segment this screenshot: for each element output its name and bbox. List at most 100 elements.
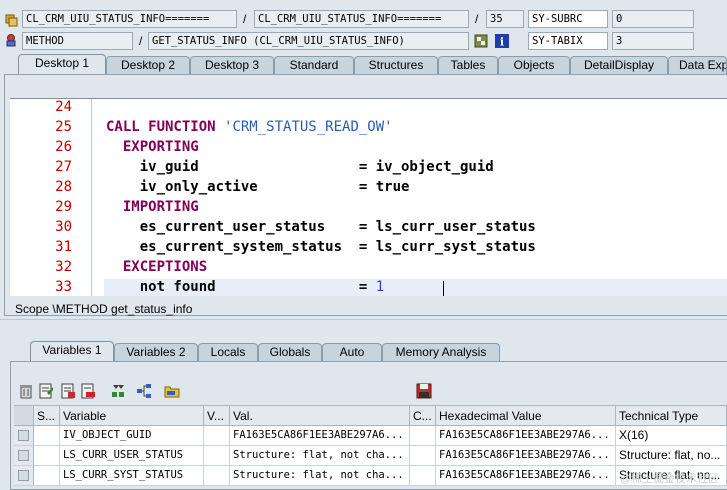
tab-locals[interactable]: Locals — [198, 343, 258, 361]
table-cell[interactable] — [204, 466, 230, 486]
collapse-icon[interactable] — [110, 383, 126, 399]
hierarchy-icon[interactable] — [136, 383, 152, 399]
code-token: 'CRM_STATUS_READ_OW' — [224, 119, 393, 135]
row-select-box[interactable] — [18, 430, 29, 441]
column-header-variable[interactable]: Variable — [60, 405, 204, 426]
event-name-field[interactable]: GET_STATUS_INFO (CL_CRM_UIU_STATUS_INFO) — [148, 32, 469, 50]
tab-globals[interactable]: Globals — [258, 343, 322, 361]
tab-structures[interactable]: Structures — [354, 56, 438, 74]
value-cell[interactable]: Structure: flat, not cha... — [230, 466, 410, 486]
column-header-s[interactable]: S... — [34, 405, 60, 426]
row-selector[interactable] — [14, 426, 34, 446]
table-cell[interactable] — [410, 426, 436, 446]
row-select-box[interactable] — [18, 450, 29, 461]
tab-desktop-3[interactable]: Desktop 3 — [190, 56, 274, 74]
event-type-field[interactable]: METHOD — [22, 32, 133, 50]
sysvar2-value-field[interactable]: 3 — [612, 32, 694, 50]
code-text: not found = 1 — [106, 277, 384, 296]
tab-desktop-1[interactable]: Desktop 1 — [18, 54, 106, 75]
table-cell[interactable] — [34, 426, 60, 446]
hex-value-cell[interactable]: FA163E5CA86F1EE3ABE297A6... — [436, 466, 616, 486]
source-editor[interactable]: 24 25 CALL FUNCTION 'CRM_STATUS_READ_OW' 26… — [10, 98, 727, 296]
code-token: es_current_system_status = ls_curr_syst_… — [106, 239, 536, 255]
tab-data-explorer[interactable]: Data Exp — [668, 56, 727, 74]
scope-bar: Scope \METHOD get_status_info — [0, 298, 727, 320]
code-text: es_current_user_status = ls_curr_user_st… — [106, 217, 536, 237]
column-header-v[interactable]: V... — [204, 405, 230, 426]
table-cell[interactable] — [410, 446, 436, 466]
tab-desktop-2[interactable]: Desktop 2 — [106, 56, 190, 74]
code-line[interactable]: 33 not found = 1 — [10, 277, 727, 296]
variable-name-cell[interactable]: LS_CURR_USER_STATUS — [60, 446, 204, 466]
code-line[interactable]: 29 IMPORTING — [10, 197, 727, 217]
value-cell[interactable]: Structure: flat, not cha... — [230, 446, 410, 466]
code-line[interactable]: 28 iv_only_active = true — [10, 177, 727, 197]
code-text: CALL FUNCTION 'CRM_STATUS_READ_OW' — [106, 117, 393, 137]
line-number-field[interactable]: 35 — [486, 10, 524, 28]
line-number: 30 — [55, 219, 72, 235]
tab-variables-1[interactable]: Variables 1 — [30, 341, 114, 362]
line-number: 32 — [55, 259, 72, 275]
code-token: iv_only_active = true — [106, 179, 410, 195]
column-header-hex[interactable]: Hexadecimal Value — [436, 405, 616, 426]
separator: / — [475, 12, 479, 26]
tab-tables[interactable]: Tables — [438, 56, 498, 74]
hex-value-cell[interactable]: FA163E5CA86F1EE3ABE297A6... — [436, 426, 616, 446]
tab-memory-analysis[interactable]: Memory Analysis — [382, 343, 500, 361]
info-icon[interactable]: i — [495, 34, 509, 48]
code-text: iv_guid = iv_object_guid — [106, 157, 494, 177]
table-cell[interactable] — [204, 446, 230, 466]
code-token: iv_guid = iv_object_guid — [106, 159, 494, 175]
save-variables-icon[interactable] — [60, 383, 76, 399]
line-number: 29 — [55, 199, 72, 215]
code-line[interactable]: 26 EXPORTING — [10, 137, 727, 157]
column-header-technical-type[interactable]: Technical Type — [616, 405, 727, 426]
code-line[interactable]: 32 EXCEPTIONS — [10, 257, 727, 277]
technical-type-cell[interactable]: X(16) — [616, 426, 727, 446]
row-selector[interactable] — [14, 466, 34, 486]
row-selector[interactable] — [14, 446, 34, 466]
tab-detaildisplay[interactable]: DetailDisplay — [570, 56, 668, 74]
sysvar2-name-field[interactable]: SY-TABIX — [528, 32, 608, 50]
tab-objects[interactable]: Objects — [498, 56, 570, 74]
variable-name-cell[interactable]: IV_OBJECT_GUID — [60, 426, 204, 446]
code-token: EXCEPTIONS — [106, 259, 208, 275]
tab-variables-2[interactable]: Variables 2 — [114, 343, 198, 361]
line-number: 31 — [55, 239, 72, 255]
hex-value-cell[interactable]: FA163E5CA86F1EE3ABE297A6... — [436, 446, 616, 466]
code-line[interactable]: 25 CALL FUNCTION 'CRM_STATUS_READ_OW' — [10, 117, 727, 137]
watermark: @稀土掘金技术社区 — [619, 473, 719, 485]
separator: / — [139, 34, 143, 48]
variable-tabs: Variables 1 Variables 2 Locals Globals A… — [0, 341, 727, 362]
program-field[interactable]: CL_CRM_UIU_STATUS_INFO======= — [22, 10, 237, 28]
column-header-value[interactable]: Val. — [230, 405, 410, 426]
code-text: IMPORTING — [106, 197, 199, 217]
include-field[interactable]: CL_CRM_UIU_STATUS_INFO======= — [254, 10, 469, 28]
save-icon[interactable] — [416, 383, 432, 399]
delete-icon[interactable] — [18, 383, 34, 399]
edit-list-icon[interactable] — [38, 383, 54, 399]
sysvar-value-field[interactable]: 0 — [612, 10, 694, 28]
variable-name-cell[interactable]: LS_CURR_SYST_STATUS — [60, 466, 204, 486]
code-text: EXPORTING — [106, 137, 199, 157]
technical-type-cell[interactable]: Structure: flat, no... — [616, 446, 727, 466]
code-line[interactable]: 31 es_current_system_status = ls_curr_sy… — [10, 237, 727, 257]
row-select-box[interactable] — [18, 470, 29, 481]
folder-icon[interactable] — [164, 383, 180, 399]
code-line[interactable]: 27 iv_guid = iv_object_guid — [10, 157, 727, 177]
sysvar-name-field[interactable]: SY-SUBRC — [528, 10, 608, 28]
separator: / — [243, 12, 247, 26]
table-cell[interactable] — [204, 426, 230, 446]
display-object-icon[interactable] — [474, 34, 488, 48]
code-line[interactable]: 30 es_current_user_status = ls_curr_user… — [10, 217, 727, 237]
delete-variables-icon[interactable] — [80, 383, 96, 399]
table-cell[interactable] — [34, 446, 60, 466]
column-header-c[interactable]: C... — [410, 405, 436, 426]
svg-text:i: i — [500, 36, 504, 49]
tab-auto[interactable]: Auto — [322, 343, 382, 361]
table-cell[interactable] — [410, 466, 436, 486]
value-cell[interactable]: FA163E5CA86F1EE3ABE297A6... — [230, 426, 410, 446]
table-cell[interactable] — [34, 466, 60, 486]
code-line[interactable]: 24 — [10, 99, 727, 117]
tab-standard[interactable]: Standard — [274, 56, 354, 74]
